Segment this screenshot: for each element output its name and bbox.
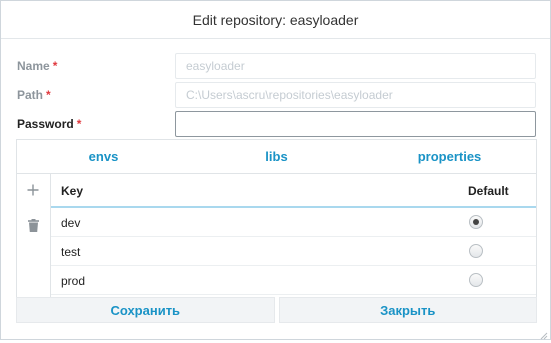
row-key: prod: [61, 274, 86, 288]
required-mark: *: [46, 88, 51, 102]
path-field: [175, 82, 536, 108]
default-radio[interactable]: [469, 273, 483, 287]
tab-libs[interactable]: libs: [190, 140, 363, 173]
tab-envs[interactable]: envs: [17, 140, 190, 173]
envs-grid: Key Default dev test prod: [50, 174, 536, 298]
table-row[interactable]: prod: [51, 266, 536, 295]
path-row: Path *: [17, 82, 536, 108]
table-row[interactable]: dev: [51, 208, 536, 237]
tab-bar: envs libs properties: [17, 140, 536, 174]
password-row: Password *: [17, 111, 536, 137]
tab-properties[interactable]: properties: [363, 140, 536, 173]
trash-icon[interactable]: [25, 217, 41, 233]
name-label: Name *: [17, 59, 58, 73]
repository-tabs-panel: envs libs properties Key Default dev tes…: [16, 139, 537, 298]
grid-header: Key Default: [51, 174, 536, 208]
default-radio[interactable]: [469, 244, 483, 258]
table-row[interactable]: test: [51, 237, 536, 266]
required-mark: *: [52, 59, 58, 73]
row-key: dev: [61, 216, 81, 230]
name-field: [175, 53, 536, 79]
dialog-footer: Сохранить Закрыть: [16, 297, 537, 323]
dialog-title-bar[interactable]: Edit repository: easyloader: [1, 1, 550, 39]
password-field[interactable]: [175, 111, 536, 137]
column-header-default[interactable]: Default: [468, 184, 509, 198]
password-label: Password *: [17, 117, 82, 131]
path-label: Path *: [17, 88, 51, 102]
close-button[interactable]: Закрыть: [278, 297, 537, 323]
dialog-title: Edit repository: easyloader: [192, 11, 359, 28]
column-header-key[interactable]: Key: [61, 184, 83, 198]
resize-grip-icon[interactable]: [540, 329, 548, 340]
save-button[interactable]: Сохранить: [16, 297, 275, 323]
default-radio[interactable]: [469, 215, 483, 229]
row-key: test: [61, 245, 81, 259]
name-row: Name *: [17, 53, 536, 79]
grid-toolbar: [17, 174, 50, 298]
required-mark: *: [76, 117, 82, 131]
edit-repository-dialog: Edit repository: easyloader Name* Path* …: [0, 0, 551, 340]
plus-icon[interactable]: [25, 182, 41, 198]
